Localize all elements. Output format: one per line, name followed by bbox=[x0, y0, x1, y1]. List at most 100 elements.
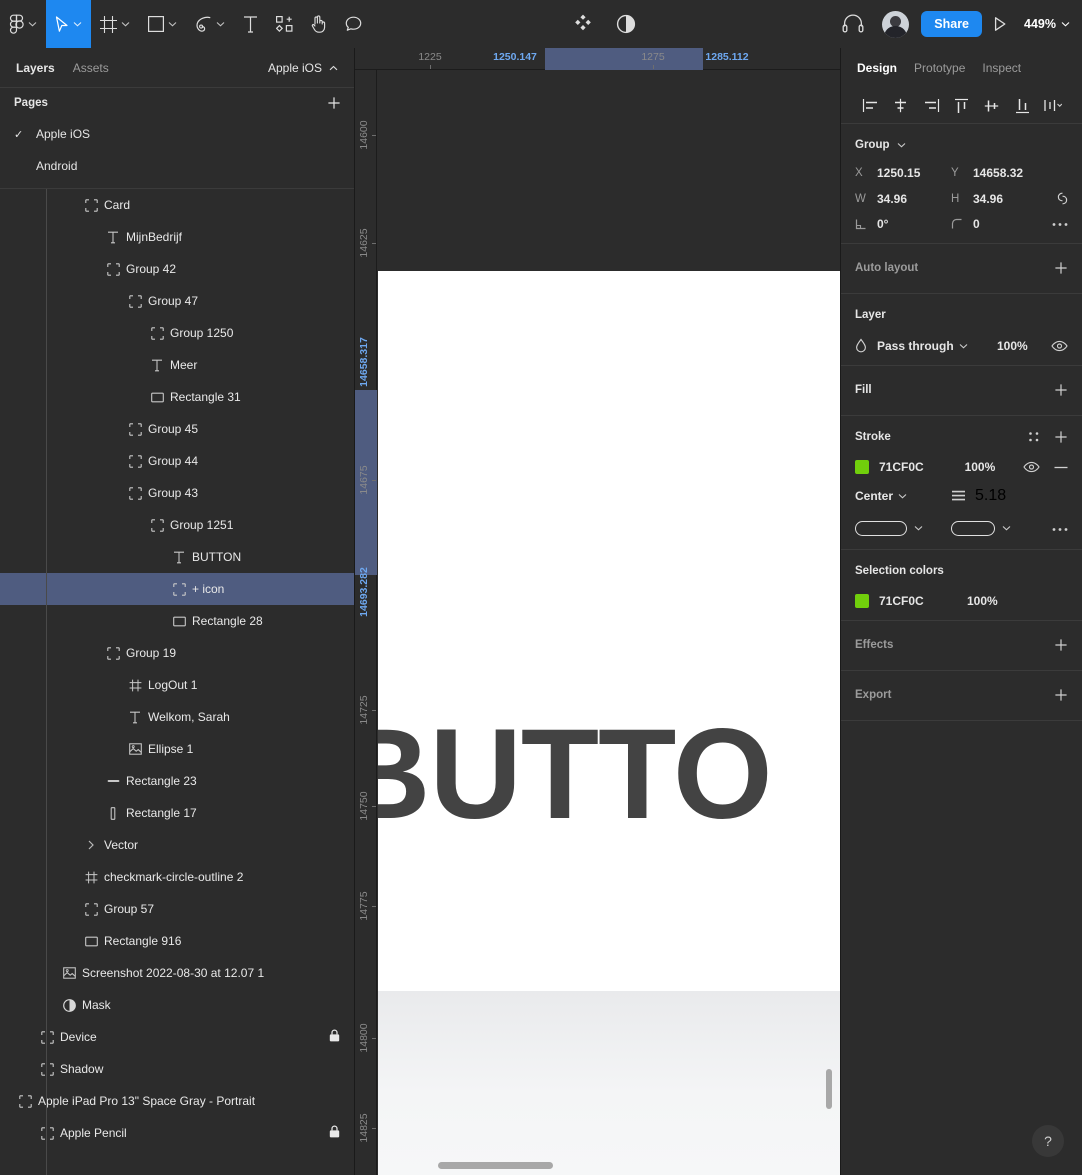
canvas[interactable]: 1225 1250.147 1275 1285.112 14600 14625 14658… bbox=[355, 48, 840, 1175]
layer-row[interactable]: Ellipse 1 bbox=[0, 733, 354, 765]
stroke-join-dropdown[interactable] bbox=[951, 520, 1011, 536]
layer-row[interactable]: Rectangle 916 bbox=[0, 925, 354, 957]
hand-tool-button[interactable] bbox=[302, 0, 336, 48]
layer-row[interactable]: Vector bbox=[0, 829, 354, 861]
align-bottom-button[interactable] bbox=[1007, 92, 1037, 120]
selection-color-swatch[interactable] bbox=[855, 594, 869, 608]
layer-row[interactable]: Group 45 bbox=[0, 413, 354, 445]
stroke-cap-dropdown[interactable] bbox=[855, 520, 951, 536]
layer-row[interactable]: Apple iPad Pro 13" Space Gray - Portrait bbox=[0, 1085, 354, 1117]
layer-row[interactable]: BUTTON bbox=[0, 541, 354, 573]
corner-radius-field[interactable]: 0 bbox=[951, 217, 1047, 231]
comment-tool-button[interactable] bbox=[336, 0, 371, 48]
zoom-level-control[interactable]: 449% bbox=[1024, 17, 1070, 31]
x-field[interactable]: X 1250.15 bbox=[855, 166, 951, 180]
layer-row[interactable]: Rectangle 17 bbox=[0, 797, 354, 829]
layer-row[interactable]: LogOut 1 bbox=[0, 669, 354, 701]
layer-row[interactable]: Screenshot 2022-08-30 at 12.07 1 bbox=[0, 957, 354, 989]
layer-row[interactable]: Group 1250 bbox=[0, 317, 354, 349]
eye-icon[interactable] bbox=[1023, 461, 1040, 473]
lock-icon[interactable] bbox=[329, 1125, 340, 1141]
chevron-right-icon[interactable] bbox=[80, 839, 102, 851]
tab-layers[interactable]: Layers bbox=[16, 61, 55, 75]
blend-mode-dropdown[interactable]: Pass through bbox=[877, 339, 987, 353]
main-menu-button[interactable] bbox=[0, 0, 46, 48]
align-top-button[interactable] bbox=[946, 92, 976, 120]
avatar[interactable] bbox=[882, 10, 910, 38]
layer-row[interactable]: Mask bbox=[0, 989, 354, 1021]
lock-icon[interactable] bbox=[329, 1029, 340, 1045]
present-play-icon[interactable] bbox=[992, 16, 1008, 32]
horizontal-ruler[interactable]: 1225 1250.147 1275 1285.112 bbox=[355, 48, 840, 70]
selection-color-hex[interactable]: 71CF0C bbox=[879, 594, 957, 608]
headphones-icon[interactable] bbox=[842, 14, 864, 34]
add-effect-icon[interactable] bbox=[1054, 638, 1068, 652]
align-horizontal-center-button[interactable] bbox=[885, 92, 915, 120]
layer-row[interactable]: Group 1251 bbox=[0, 509, 354, 541]
align-right-button[interactable] bbox=[916, 92, 946, 120]
add-page-icon[interactable] bbox=[327, 96, 341, 110]
layer-row[interactable]: Meer bbox=[0, 349, 354, 381]
help-button[interactable]: ? bbox=[1032, 1125, 1064, 1157]
shape-tool-button[interactable] bbox=[139, 0, 186, 48]
layer-row[interactable]: MijnBedrijf bbox=[0, 221, 354, 253]
layer-row[interactable]: Rectangle 23 bbox=[0, 765, 354, 797]
half-circle-contrast-icon[interactable] bbox=[616, 14, 636, 34]
add-stroke-icon[interactable] bbox=[1054, 430, 1068, 444]
share-button[interactable]: Share bbox=[921, 10, 983, 38]
move-tool-button[interactable] bbox=[46, 0, 91, 48]
layer-row[interactable]: Device bbox=[0, 1021, 354, 1053]
page-item-android[interactable]: ✓ Android bbox=[0, 150, 354, 182]
more-options-button[interactable] bbox=[1052, 222, 1068, 227]
tab-prototype[interactable]: Prototype bbox=[914, 61, 965, 75]
layer-row[interactable]: Group 57 bbox=[0, 893, 354, 925]
vertical-ruler[interactable]: 14600 14625 14658.317 14675 14693.282 14725 14… bbox=[355, 70, 377, 1175]
components-tool-button[interactable] bbox=[267, 0, 302, 48]
layer-row[interactable]: Shadow bbox=[0, 1053, 354, 1085]
stroke-weight-field[interactable]: 5.18 bbox=[951, 487, 1006, 505]
tab-inspect[interactable]: Inspect bbox=[982, 61, 1021, 75]
align-left-button[interactable] bbox=[855, 92, 885, 120]
layer-row[interactable]: Group 43 bbox=[0, 477, 354, 509]
layer-visibility-toggle[interactable] bbox=[1051, 340, 1068, 352]
layer-row-selected[interactable]: + icon bbox=[0, 573, 354, 605]
align-vertical-center-button[interactable] bbox=[977, 92, 1007, 120]
layer-opacity-value[interactable]: 100% bbox=[997, 339, 1028, 353]
page-item-apple-ios[interactable]: ✓ Apple iOS bbox=[0, 118, 354, 150]
tab-assets[interactable]: Assets bbox=[73, 61, 109, 75]
remove-stroke-icon[interactable] bbox=[1054, 466, 1068, 469]
stroke-color-swatch[interactable] bbox=[855, 460, 869, 474]
add-auto-layout-icon[interactable] bbox=[1054, 261, 1068, 275]
width-field[interactable]: W 34.96 bbox=[855, 192, 951, 206]
layer-row[interactable]: Group 19 bbox=[0, 637, 354, 669]
stroke-align-dropdown[interactable]: Center bbox=[855, 489, 951, 503]
layer-row[interactable]: Group 47 bbox=[0, 285, 354, 317]
text-tool-button[interactable] bbox=[234, 0, 267, 48]
height-field[interactable]: H 34.96 bbox=[951, 192, 1047, 206]
layer-row[interactable]: Group 44 bbox=[0, 445, 354, 477]
y-field[interactable]: Y 14658.32 bbox=[951, 166, 1047, 180]
layer-row[interactable]: Card bbox=[0, 189, 354, 221]
stroke-styles-icon[interactable] bbox=[1028, 431, 1040, 443]
distribute-button[interactable] bbox=[1038, 92, 1068, 120]
rotation-field[interactable]: 0° bbox=[855, 217, 951, 231]
node-type-header[interactable]: Group bbox=[841, 134, 1082, 156]
stroke-opacity-value[interactable]: 100% bbox=[965, 460, 1013, 474]
diamond-grid-icon[interactable] bbox=[572, 13, 594, 35]
add-export-icon[interactable] bbox=[1054, 688, 1068, 702]
add-fill-icon[interactable] bbox=[1054, 383, 1068, 397]
layer-row[interactable]: Rectangle 28 bbox=[0, 605, 354, 637]
file-name-dropdown[interactable]: Apple iOS bbox=[268, 61, 338, 75]
pen-tool-button[interactable] bbox=[186, 0, 234, 48]
layers-tree[interactable]: Card MijnBedrijf Group 42 Group 47 Group 125… bbox=[0, 189, 354, 1175]
layer-row[interactable]: checkmark-circle-outline 2 bbox=[0, 861, 354, 893]
layer-row[interactable]: Group 42 bbox=[0, 253, 354, 285]
layer-row[interactable]: Rectangle 31 bbox=[0, 381, 354, 413]
stroke-more-options-button[interactable] bbox=[1052, 519, 1068, 537]
frame-tool-button[interactable] bbox=[91, 0, 139, 48]
stroke-color-hex[interactable]: 71CF0C bbox=[879, 460, 955, 474]
layer-row[interactable]: Apple Pencil bbox=[0, 1117, 354, 1149]
canvas-page-scrollbar[interactable] bbox=[826, 1069, 832, 1109]
tab-design[interactable]: Design bbox=[857, 61, 897, 75]
constrain-proportions-button[interactable] bbox=[1057, 190, 1068, 207]
